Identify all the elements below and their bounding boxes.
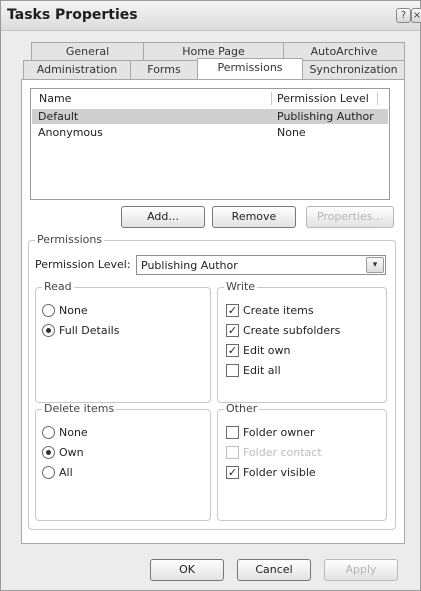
- checkbox-indicator[interactable]: ✓: [226, 466, 239, 479]
- option-label: None: [59, 304, 88, 317]
- read-group-title: Read: [42, 280, 74, 293]
- add-button[interactable]: Add...: [121, 206, 205, 228]
- option-label: Folder visible: [243, 466, 316, 479]
- option-label: Edit own: [243, 344, 291, 357]
- close-button[interactable]: ×: [411, 8, 421, 23]
- delete-items-group: Delete items None Own All: [35, 403, 211, 521]
- option-label: All: [59, 466, 73, 479]
- radio-indicator[interactable]: [42, 324, 55, 337]
- option-label: Folder owner: [243, 426, 315, 439]
- title-bar: Tasks Properties ? ×: [1, 1, 421, 31]
- cancel-button[interactable]: Cancel: [237, 559, 311, 581]
- list-item[interactable]: Default Publishing Author: [32, 109, 388, 124]
- option-label: Own: [59, 446, 84, 459]
- radio-indicator[interactable]: [42, 426, 55, 439]
- checkbox-indicator[interactable]: [226, 426, 239, 439]
- tab-permissions[interactable]: Permissions: [197, 58, 303, 79]
- option-label: Create subfolders: [243, 324, 341, 337]
- permissions-group: Permissions Permission Level: Publishing…: [28, 234, 396, 530]
- column-divider[interactable]: [271, 92, 272, 105]
- dialog-title: Tasks Properties: [7, 7, 138, 23]
- option-label: None: [59, 426, 88, 439]
- other-group-title: Other: [224, 402, 260, 415]
- permission-level-label: Permission Level:: [35, 258, 131, 271]
- tab-synchronization[interactable]: Synchronization: [302, 60, 405, 79]
- permissions-list[interactable]: Name Permission Level Default Publishing…: [30, 88, 390, 200]
- remove-button[interactable]: Remove: [212, 206, 296, 228]
- column-header-permission-level[interactable]: Permission Level: [277, 92, 369, 105]
- column-divider[interactable]: [377, 92, 378, 105]
- radio-indicator[interactable]: [42, 304, 55, 317]
- dialog-button-bar: OK Cancel Apply: [1, 549, 420, 590]
- checkbox-indicator[interactable]: ✓: [226, 324, 239, 337]
- apply-button[interactable]: Apply: [324, 559, 398, 581]
- tab-general[interactable]: General: [31, 42, 144, 61]
- list-item-level: Publishing Author: [277, 110, 374, 123]
- permissions-tab-panel: Name Permission Level Default Publishing…: [21, 79, 405, 544]
- help-icon: ?: [400, 10, 407, 21]
- list-item-level: None: [277, 126, 306, 139]
- delete-items-group-title: Delete items: [42, 402, 117, 415]
- list-item-name: Anonymous: [38, 126, 103, 139]
- ok-button[interactable]: OK: [150, 559, 224, 581]
- other-group: Other Folder owner Folder contact ✓ Fold…: [217, 403, 387, 521]
- checkbox-indicator[interactable]: [226, 446, 239, 459]
- read-group: Read None Full Details: [35, 281, 211, 403]
- help-button[interactable]: ?: [396, 8, 411, 23]
- list-item-name: Default: [38, 110, 79, 123]
- radio-indicator[interactable]: [42, 466, 55, 479]
- permissions-group-title: Permissions: [35, 233, 105, 246]
- column-header-name[interactable]: Name: [39, 92, 71, 105]
- tab-administration[interactable]: Administration: [23, 60, 131, 79]
- close-icon: ×: [412, 10, 421, 21]
- option-label: Folder contact: [243, 446, 322, 459]
- write-group-title: Write: [224, 280, 258, 293]
- checkbox-indicator[interactable]: [226, 364, 239, 377]
- tasks-properties-dialog: Tasks Properties ? × General Home Page A…: [0, 0, 421, 591]
- permission-level-dropdown[interactable]: Publishing Author ▾: [136, 255, 386, 275]
- chevron-down-icon[interactable]: ▾: [366, 257, 384, 273]
- checkbox-indicator[interactable]: ✓: [226, 304, 239, 317]
- write-group: Write ✓ Create items ✓ Create subfolders…: [217, 281, 387, 403]
- list-header: Name Permission Level: [31, 89, 389, 108]
- option-label: Create items: [243, 304, 314, 317]
- list-item[interactable]: Anonymous None: [32, 125, 388, 140]
- option-label: Edit all: [243, 364, 281, 377]
- option-label: Full Details: [59, 324, 120, 337]
- tab-forms[interactable]: Forms: [130, 60, 198, 79]
- radio-indicator[interactable]: [42, 446, 55, 459]
- checkbox-indicator[interactable]: ✓: [226, 344, 239, 357]
- permission-level-value: Publishing Author: [141, 259, 238, 272]
- properties-button[interactable]: Properties...: [306, 206, 394, 228]
